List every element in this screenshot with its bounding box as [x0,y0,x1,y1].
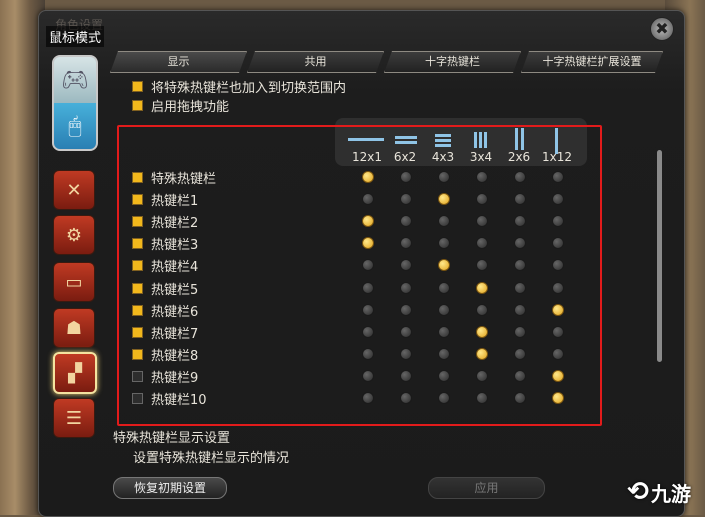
card-icon[interactable]: ▭ [53,262,95,302]
title-bar[interactable]: 角色设置 鼠标模式 ✖ [39,11,684,47]
option-label: 启用拖拽功能 [151,100,230,115]
checkbox[interactable] [132,100,143,111]
battle-icon[interactable]: ✕ [53,170,95,210]
close-icon[interactable]: ✖ [650,17,674,41]
option-include-special-hotbar[interactable]: 将特殊热键栏也加入到切换范围内 [132,77,346,96]
mouse-icon[interactable]: 🖱︎ [54,103,96,149]
watermark-text: 九游 [651,481,691,506]
character-icon[interactable]: ☗ [53,308,95,348]
gear-icon[interactable]: ⚙ [53,215,95,255]
scrollbar[interactable] [657,150,662,362]
window-title: 鼠标模式 [46,26,105,47]
mode-switch[interactable]: 🎮︎ 🖱︎ [52,55,98,151]
watermark-logo-icon: ⟲ [627,477,649,507]
description-text: 设置特殊热键栏显示的情况 [133,451,290,466]
apply-button[interactable]: 应用 [428,477,545,499]
description-title: 特殊热键栏显示设置 [113,431,231,446]
tab-cross-hotbar-extended[interactable]: 十字热键栏扩展设置 [521,51,663,73]
highlight-box [117,125,602,426]
option-label: 将特殊热键栏也加入到切换范围内 [151,81,347,96]
gamepad-icon[interactable]: 🎮︎ [54,57,96,103]
watermark: ⟲ 九游 [627,477,691,507]
tab-common[interactable]: 共用 [247,51,384,73]
tab-display[interactable]: 显示 [110,51,247,73]
checkbox[interactable] [132,81,143,92]
chat-icon[interactable]: ☰ [53,398,95,438]
hotbar-icon[interactable]: ▞ [53,352,97,394]
tab-cross-hotbar[interactable]: 十字热键栏 [384,51,521,73]
option-enable-drag[interactable]: 启用拖拽功能 [132,96,229,115]
reset-button[interactable]: 恢复初期设置 [113,477,227,499]
